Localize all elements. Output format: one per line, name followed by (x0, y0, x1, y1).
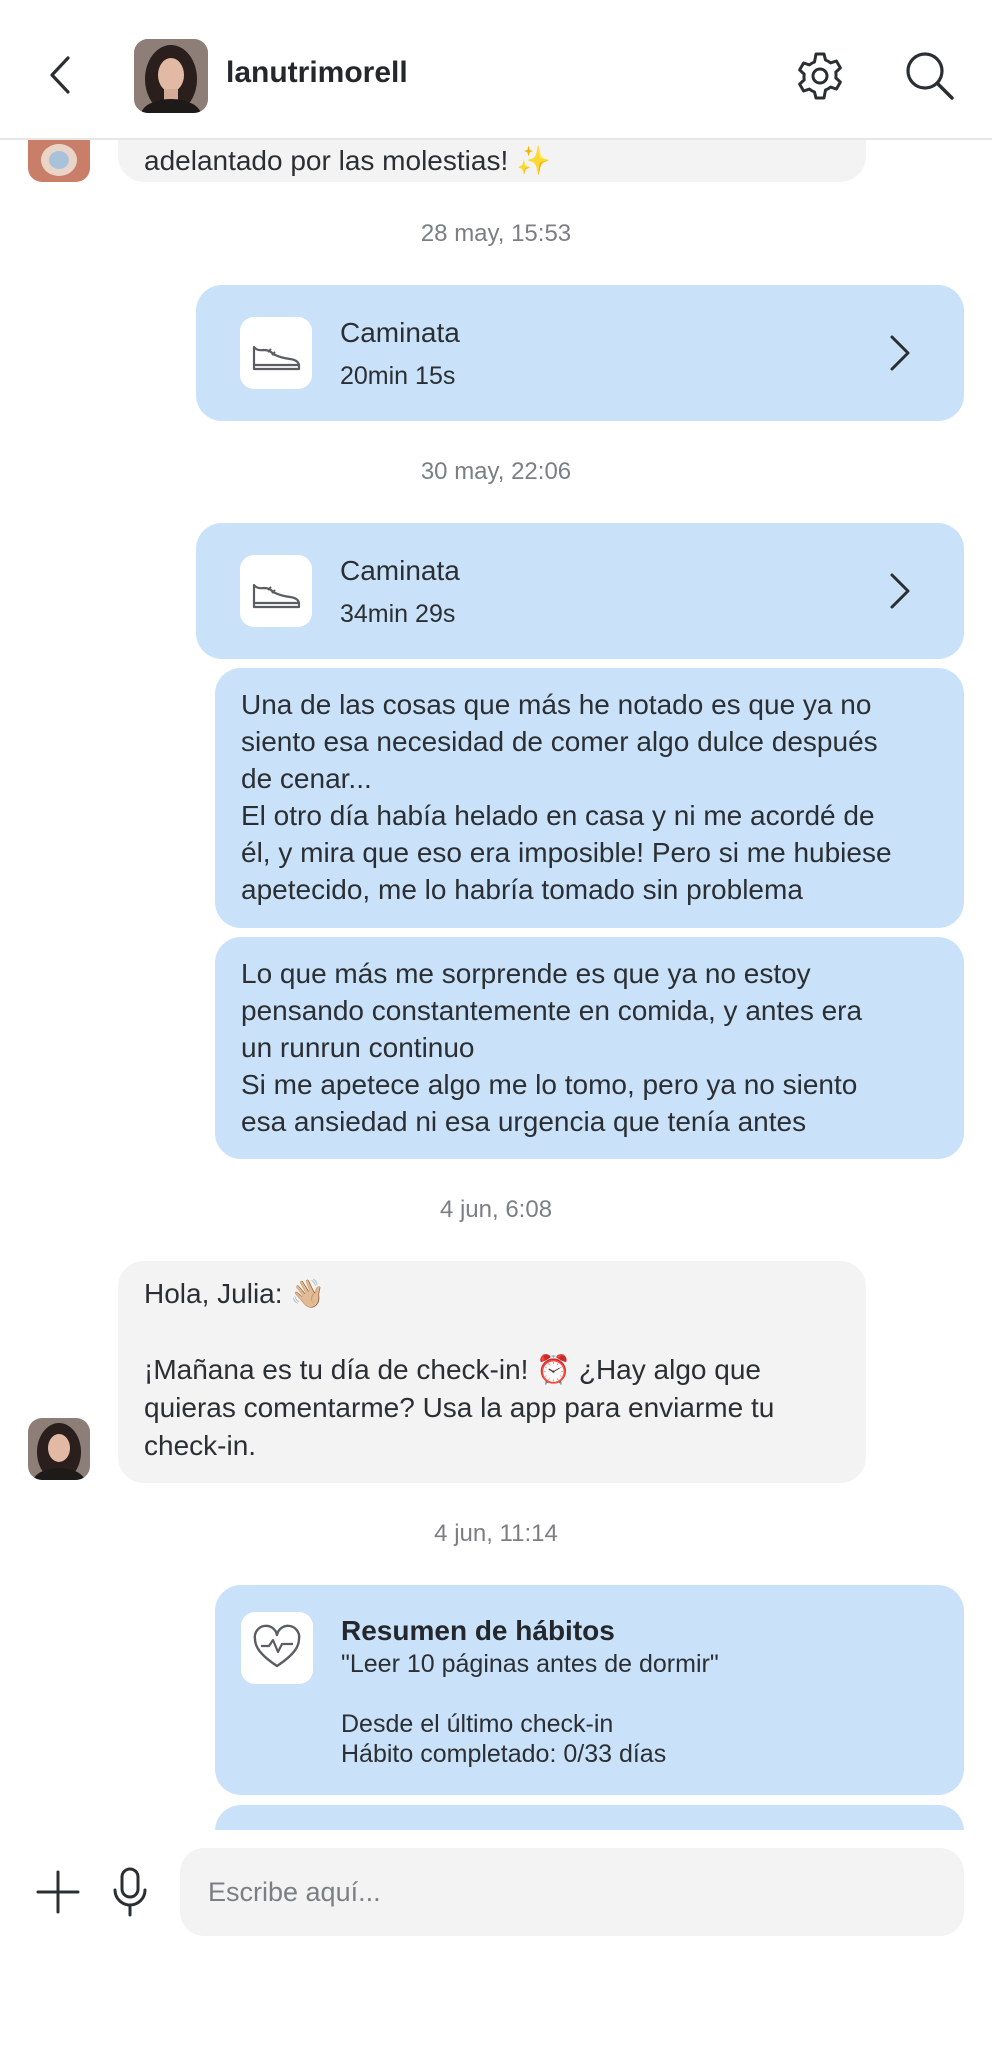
incoming-message[interactable]: Hola, Julia: 👋🏼 ¡Mañana es tu día de che… (118, 1261, 866, 1483)
outgoing-message[interactable]: Lo que más me sorprende es que ya no est… (215, 937, 964, 1159)
back-button[interactable] (40, 50, 80, 100)
activity-card-walk[interactable]: Caminata 20min 15s (196, 285, 964, 421)
outgoing-card-partial[interactable] (215, 1805, 964, 1830)
message-line: check-in. (144, 1430, 257, 1461)
outgoing-message[interactable]: Una de las cosas que más he notado es qu… (215, 668, 964, 928)
activity-icon-box (240, 555, 312, 627)
message-timestamp: 4 jun, 6:08 (439, 1196, 553, 1223)
message-line: un runrun continuo (241, 1032, 475, 1063)
message-line: Si me apetece algo me lo tomo, pero ya n… (241, 1069, 858, 1100)
contact-avatar[interactable] (134, 39, 208, 113)
avatar-photo (134, 39, 208, 113)
message-line: Hola, Julia: 👋🏼 (144, 1278, 326, 1309)
activity-duration: 20min 15s (340, 362, 456, 390)
activity-title: Caminata (340, 555, 460, 586)
search-button[interactable] (902, 48, 958, 104)
search-icon (906, 52, 954, 100)
activity-card-walk[interactable]: Caminata 34min 29s (196, 523, 964, 659)
attach-button[interactable] (34, 1868, 82, 1916)
avatar-photo (28, 140, 90, 182)
message-line: de cenar... (241, 763, 372, 794)
habit-icon-box (241, 1612, 313, 1684)
avatar-photo (28, 1418, 90, 1480)
chevron-left-icon (50, 56, 70, 94)
message-line: El otro día había helado en casa y ni me… (241, 800, 875, 831)
activity-duration: 34min 29s (340, 600, 456, 628)
sneaker-icon (252, 583, 301, 609)
chevron-right-icon (890, 573, 910, 609)
contact-username[interactable]: lanutrimorell (226, 56, 408, 90)
message-timestamp: 28 may, 15:53 (420, 220, 572, 247)
message-line: siento esa necesidad de comer algo dulce… (241, 726, 878, 757)
voice-note-button[interactable] (112, 1866, 148, 1918)
message-line: él, y mira que eso era imposible! Pero s… (241, 837, 892, 868)
plus-icon (36, 1870, 80, 1914)
activity-title: Caminata (340, 317, 460, 348)
microphone-icon (113, 1867, 147, 1917)
message-text: adelantado por las molestias! ✨ (144, 145, 551, 176)
message-line: apetecido, me lo habría tomado sin probl… (241, 874, 803, 905)
message-line: Lo que más me sorprende es que ya no est… (241, 958, 811, 989)
activity-icon-box (240, 317, 312, 389)
message-timestamp: 30 may, 22:06 (420, 458, 572, 485)
message-feed[interactable]: adelantado por las molestias! ✨ 28 may, … (0, 140, 992, 1830)
message-composer (0, 1830, 992, 2048)
habit-progress: Hábito completado: 0/33 días (341, 1740, 667, 1768)
settings-button[interactable] (792, 48, 848, 104)
sender-avatar (28, 140, 90, 182)
message-line: esa ansiedad ni esa urgencia que tenía a… (241, 1106, 807, 1137)
message-timestamp: 4 jun, 11:14 (434, 1520, 558, 1547)
incoming-message[interactable]: adelantado por las molestias! ✨ (118, 140, 866, 182)
chat-header: lanutrimorell (0, 0, 992, 140)
habit-period: Desde el último check-in (341, 1710, 614, 1738)
message-line: ¡Mañana es tu día de check-in! ⏰ ¿Hay al… (144, 1354, 761, 1385)
message-line: pensando constantemente en comida, y ant… (241, 995, 863, 1026)
heart-pulse-icon (253, 1624, 301, 1668)
sender-avatar (28, 1418, 90, 1480)
habit-summary-card[interactable]: Resumen de hábitos "Leer 10 páginas ante… (215, 1585, 964, 1795)
chevron-right-icon (890, 335, 910, 371)
sneaker-icon (252, 345, 301, 371)
habit-card-title: Resumen de hábitos (341, 1615, 615, 1646)
habit-name: "Leer 10 páginas antes de dormir" (341, 1650, 719, 1678)
message-line: quieras comentarme? Usa la app para envi… (144, 1392, 775, 1423)
gear-icon (798, 52, 842, 100)
message-line: Una de las cosas que más he notado es qu… (241, 689, 872, 720)
message-input[interactable] (180, 1848, 964, 1936)
